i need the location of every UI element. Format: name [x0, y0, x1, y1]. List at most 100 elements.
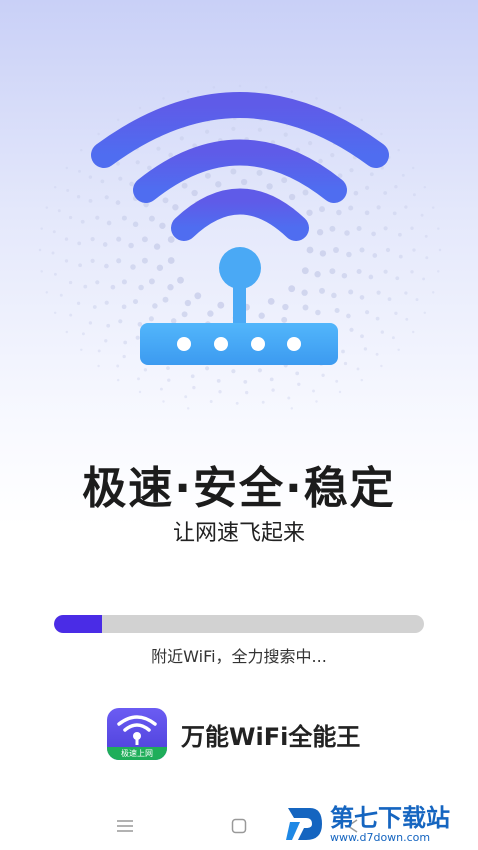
signal-dot — [356, 367, 360, 371]
signal-dot — [257, 368, 262, 373]
signal-dot — [143, 368, 148, 372]
signal-dot — [415, 298, 419, 302]
signal-dot — [104, 263, 109, 269]
signal-dot — [346, 251, 352, 258]
signal-dot — [181, 182, 188, 189]
signal-dot — [314, 271, 321, 278]
signal-dot — [76, 195, 81, 199]
signal-dot — [404, 291, 408, 295]
signal-dot — [186, 407, 190, 410]
signal-dot — [209, 400, 213, 403]
signal-dot — [349, 327, 354, 332]
signal-dot — [53, 185, 57, 189]
signal-dot — [348, 205, 354, 211]
watermark: 第七下载站 www.d7down.com — [284, 802, 450, 846]
signal-dot — [412, 193, 416, 197]
signal-dot — [81, 332, 85, 336]
search-progress-bar — [54, 615, 424, 633]
signal-dot — [166, 366, 170, 370]
signal-dot — [135, 160, 140, 165]
signal-dot — [264, 86, 268, 89]
signal-dot — [302, 189, 309, 196]
signal-dot — [329, 268, 336, 275]
signal-dot — [301, 289, 308, 296]
signal-dot — [65, 330, 69, 334]
signal-dot — [336, 209, 342, 216]
signal-dot — [153, 243, 161, 250]
signal-dot — [353, 190, 359, 196]
signal-dot — [116, 236, 122, 242]
signal-dot — [394, 185, 398, 189]
wifi-router-illustration — [38, 84, 442, 410]
signal-dot — [283, 132, 288, 137]
signal-dot — [341, 272, 348, 279]
signal-dot — [412, 248, 416, 252]
signal-dot — [266, 183, 273, 190]
signal-dot — [205, 366, 210, 371]
signal-dot — [420, 213, 424, 217]
signal-dot — [88, 199, 93, 203]
signal-dot — [424, 234, 428, 238]
signal-dot — [437, 227, 440, 230]
signal-dot — [387, 297, 392, 301]
signal-dot — [401, 173, 405, 177]
signal-dot — [338, 106, 342, 110]
signal-dot — [380, 330, 384, 334]
home-icon[interactable] — [227, 816, 251, 836]
signal-dot — [312, 389, 315, 393]
signal-dot — [301, 267, 309, 275]
signal-dot — [116, 118, 120, 122]
signal-dot — [258, 312, 265, 319]
signal-dot — [334, 307, 340, 314]
signal-dot — [102, 242, 108, 247]
signal-dot — [116, 378, 120, 382]
signal-dot — [90, 258, 95, 263]
signal-dot — [261, 400, 265, 404]
signal-dot — [207, 310, 214, 317]
signal-dot — [162, 400, 165, 403]
signal-dot — [137, 377, 140, 381]
signal-dot — [162, 197, 169, 204]
signal-dot — [383, 191, 388, 195]
signal-dot — [306, 246, 314, 254]
signal-dot — [130, 264, 136, 270]
signal-dot — [68, 215, 73, 220]
signal-dot — [121, 304, 127, 310]
signal-dot — [368, 274, 374, 280]
signal-dot — [51, 251, 55, 255]
signal-dot — [121, 215, 127, 221]
headline: 极速·安全·稳定 — [82, 463, 396, 514]
signal-dot — [128, 242, 134, 249]
signal-dot — [438, 248, 442, 252]
signal-dot — [318, 158, 323, 164]
signal-dot — [308, 141, 313, 146]
signal-dot — [59, 293, 63, 297]
signal-dot — [179, 136, 184, 141]
signal-dot — [375, 352, 379, 356]
signal-dot — [162, 296, 169, 303]
signal-dot — [359, 247, 365, 253]
signal-dot — [52, 230, 56, 234]
signal-dot — [422, 277, 426, 281]
signal-dot — [205, 129, 210, 134]
signal-dot — [395, 276, 400, 281]
signal-dot — [330, 153, 335, 158]
signal-dot — [288, 285, 296, 293]
signal-dot — [129, 181, 134, 187]
menu-icon[interactable] — [113, 816, 137, 836]
signal-dot — [398, 254, 403, 259]
signal-dot — [240, 178, 248, 186]
signal-dot — [116, 258, 122, 264]
signal-dot — [360, 118, 364, 122]
signal-dot — [172, 204, 179, 211]
router-antenna-tip — [219, 247, 261, 289]
signal-dot — [141, 236, 148, 243]
signal-dot — [431, 206, 435, 209]
signal-dot — [194, 292, 202, 300]
signal-dot — [159, 387, 163, 391]
progress-fill — [54, 615, 103, 633]
signal-dot — [45, 206, 49, 209]
signal-dot — [148, 215, 155, 222]
signal-dot — [410, 270, 414, 274]
signal-dot — [290, 90, 294, 93]
